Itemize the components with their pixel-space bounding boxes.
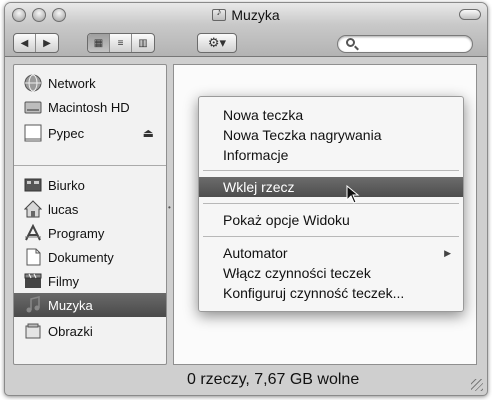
view-columns-button[interactable]: ▥ [132, 34, 154, 52]
sidebar-item-label: lucas [48, 201, 79, 217]
menu-item-wlacz-czynnosci-teczek[interactable]: Włącz czynności teczek [199, 263, 463, 283]
sidebar-item-label: Network [48, 75, 96, 91]
menu-item-automator[interactable]: Automator ▶ [199, 243, 463, 263]
view-icons-button[interactable]: ▦ [88, 34, 110, 52]
menu-separator [203, 203, 459, 204]
view-buttons: ▦ ≡ ▥ [87, 33, 155, 53]
menu-item-nowa-teczka[interactable]: Nowa teczka [199, 105, 463, 125]
menu-item-pokaz-opcje-widoku[interactable]: Pokaż opcje Widoku [199, 210, 463, 230]
nav-buttons: ◀ ▶ [13, 33, 59, 53]
movies-icon [24, 272, 42, 290]
pictures-icon [24, 322, 42, 340]
context-menu: Nowa teczka Nowa Teczka nagrywania Infor… [198, 96, 464, 312]
documents-icon [24, 248, 42, 266]
sidebar-item-label: Programy [48, 225, 105, 241]
hard-drive-icon [24, 98, 42, 116]
sidebar-item-pypec[interactable]: Pypec ⏏ [14, 121, 166, 145]
sidebar-item-label: Filmy [48, 273, 80, 289]
status-bar-text: 0 rzeczy, 7,67 GB wolne [187, 371, 360, 388]
sidebar-item-muzyka[interactable]: Muzyka [14, 293, 166, 317]
sidebar-item-label: Muzyka [48, 297, 93, 313]
menu-item-nowa-teczka-nagrywania[interactable]: Nowa Teczka nagrywania [199, 125, 463, 145]
menu-item-informacje[interactable]: Informacje [199, 145, 463, 165]
mouse-pointer-icon [346, 184, 362, 205]
sidebar-splitter-handle[interactable]: • [168, 203, 172, 217]
sidebar: Network Macintosh HD Pypec ⏏ Biurko luca… [13, 64, 167, 365]
sidebar-item-macintosh-hd[interactable]: Macintosh HD [14, 95, 166, 119]
sidebar-item-obrazki[interactable]: Obrazki [14, 319, 166, 343]
sidebar-item-filmy[interactable]: Filmy [14, 269, 166, 293]
menu-item-wklej-rzecz[interactable]: Wklej rzecz [199, 177, 463, 197]
music-icon [24, 296, 42, 314]
sidebar-item-dokumenty[interactable]: Dokumenty [14, 245, 166, 269]
sidebar-item-label: Obrazki [48, 323, 93, 339]
disk-icon [24, 124, 42, 142]
music-folder-icon [212, 7, 227, 21]
sidebar-item-label: Macintosh HD [48, 99, 130, 115]
menu-separator [203, 170, 459, 171]
action-menu-button[interactable]: ⚙▾ [197, 33, 237, 53]
menu-item-label: Automator [223, 245, 288, 261]
sidebar-item-label: Biurko [48, 177, 85, 193]
menu-item-konfiguruj-czynnosc-teczek[interactable]: Konfiguruj czynność teczek... [199, 283, 463, 303]
window-title: Muzyka [5, 6, 487, 24]
sidebar-item-programy[interactable]: Programy [14, 221, 166, 245]
home-icon [23, 200, 43, 218]
sidebar-item-label: Pypec [48, 125, 85, 141]
applications-icon [24, 223, 42, 242]
sidebar-item-network[interactable]: Network [14, 71, 166, 95]
forward-button[interactable]: ▶ [36, 34, 58, 52]
resize-grip-icon[interactable] [471, 379, 483, 391]
network-icon [24, 74, 42, 92]
desktop-icon [24, 176, 42, 194]
menu-separator [203, 236, 459, 237]
title-bar: Muzyka ◀ ▶ ▦ ≡ ▥ ⚙▾ [5, 3, 487, 57]
sidebar-item-label: Dokumenty [48, 249, 114, 265]
eject-icon[interactable]: ⏏ [143, 126, 154, 140]
view-list-button[interactable]: ≡ [110, 34, 132, 52]
sidebar-item-lucas[interactable]: lucas [14, 197, 166, 221]
window-title-text: Muzyka [231, 7, 280, 23]
toolbar-toggle-button[interactable] [459, 9, 481, 20]
back-button[interactable]: ◀ [14, 34, 36, 52]
sidebar-divider [14, 165, 166, 166]
submenu-arrow-icon: ▶ [444, 248, 451, 258]
sidebar-item-biurko[interactable]: Biurko [14, 173, 166, 197]
search-icon [346, 38, 355, 47]
